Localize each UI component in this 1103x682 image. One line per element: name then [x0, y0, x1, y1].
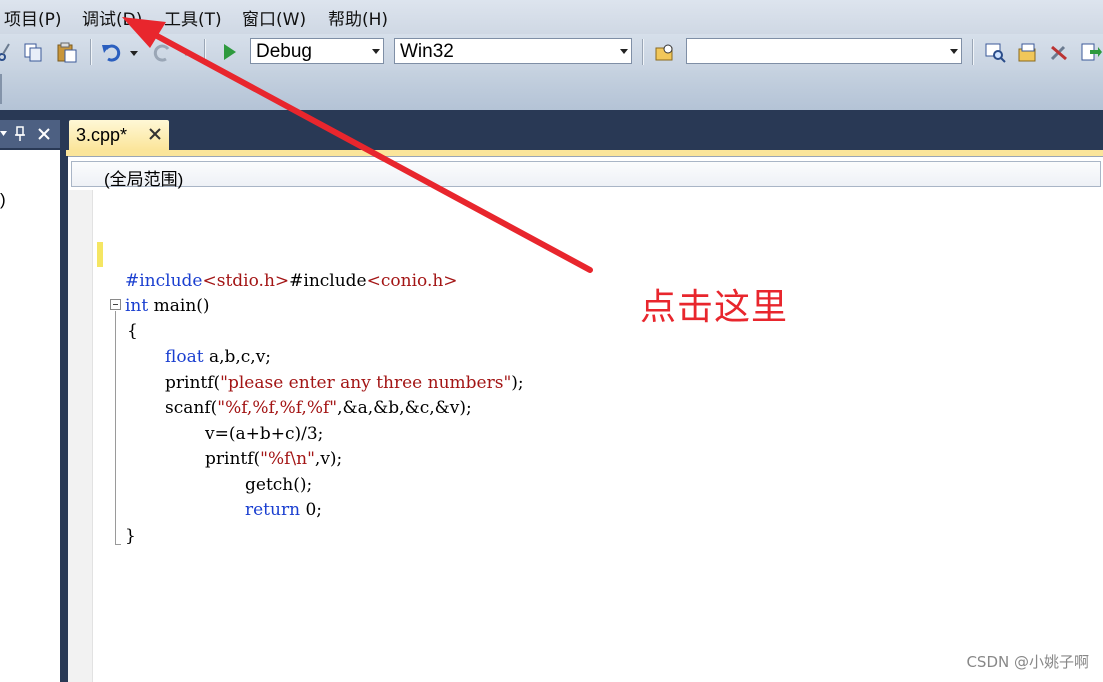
cut-icon[interactable] — [0, 41, 16, 63]
tab-3-cpp[interactable]: 3.cpp* — [69, 120, 169, 150]
left-docked-panel: ) — [0, 110, 60, 682]
output-icon[interactable] — [1080, 41, 1102, 63]
menu-tools[interactable]: 工具(T) — [164, 5, 222, 30]
editor-gutter — [68, 190, 93, 682]
toolbox-icon[interactable] — [1048, 41, 1070, 63]
watermark: CSDN @小姚子啊 — [966, 653, 1089, 671]
solution-platform-combo[interactable]: Win32 — [394, 38, 632, 64]
code-line-11: } — [125, 526, 136, 546]
document-well: 3.cpp* (全局范围) #include<stdio.h>#include<… — [66, 110, 1103, 682]
find-icon[interactable] — [984, 41, 1006, 63]
toolbar-separator — [642, 39, 643, 65]
code-line-2: int main() — [125, 296, 210, 316]
close-icon[interactable] — [147, 126, 163, 142]
menu-window[interactable]: 窗口(W) — [242, 5, 306, 30]
menu-bar: 项目(P) 调试(D) 工具(T) 窗口(W) 帮助(H) — [0, 0, 1103, 34]
pin-icon[interactable] — [13, 126, 27, 142]
secondary-toolbar — [0, 70, 1103, 110]
toolbar-grip — [0, 74, 2, 104]
code-line-8: printf("%f\n",v); — [205, 449, 343, 469]
close-icon[interactable] — [36, 126, 52, 142]
outline-end — [115, 544, 121, 545]
undo-dropdown-icon[interactable] — [128, 41, 140, 63]
panel-menu-arrow-icon[interactable] — [0, 128, 8, 140]
copy-icon[interactable] — [22, 41, 44, 63]
find-combo[interactable] — [686, 38, 962, 64]
code-line-6: scanf("%f,%f,%f,%f",&a,&b,&c,&v); — [165, 398, 472, 418]
code-line-5: printf("please enter any three numbers")… — [165, 373, 524, 393]
code-line-10: return 0; — [245, 500, 322, 520]
paste-icon[interactable] — [56, 41, 78, 63]
collapse-icon[interactable] — [110, 299, 121, 310]
menu-help[interactable]: 帮助(H) — [328, 5, 388, 30]
solution-explorer-icon[interactable] — [1016, 41, 1038, 63]
changed-line-marker — [97, 242, 103, 267]
find-in-files-icon[interactable] — [654, 41, 676, 63]
scope-dropdown[interactable]: (全局范围) — [71, 161, 1101, 189]
code-line-3: { — [127, 321, 138, 341]
panel-tree-fragment: ) — [0, 190, 6, 209]
code-line-1: #include<stdio.h>#include<conio.h> — [125, 271, 458, 291]
chevron-down-icon — [372, 49, 380, 54]
undo-icon[interactable] — [100, 41, 122, 63]
code-line-7: v=(a+b+c)/3; — [205, 424, 324, 444]
code-line-4: float a,b,c,v; — [165, 347, 272, 367]
chevron-down-icon — [950, 49, 958, 54]
scope-label: (全局范围) — [104, 170, 184, 189]
annotation-label: 点击这里 — [640, 287, 789, 328]
navigation-bar: (全局范围) — [68, 156, 1103, 191]
solution-platform-value: Win32 — [400, 41, 454, 62]
menu-project[interactable]: 项目(P) — [4, 5, 62, 30]
panel-header — [0, 120, 60, 148]
menu-debug[interactable]: 调试(D) — [82, 5, 142, 30]
start-debug-icon[interactable] — [218, 41, 240, 63]
panel-body: ) — [0, 150, 60, 682]
redo-icon[interactable] — [152, 41, 174, 63]
redo-dropdown-icon[interactable] — [180, 41, 192, 63]
tab-label: 3.cpp* — [76, 125, 128, 145]
code-line-9: getch(); — [245, 475, 313, 495]
toolbar-separator — [90, 39, 91, 65]
chevron-down-icon — [620, 49, 628, 54]
solution-config-value: Debug — [256, 41, 312, 62]
outline-line — [115, 311, 116, 544]
toolbar-separator — [972, 39, 973, 65]
code-editor[interactable]: #include<stdio.h>#include<conio.h> int m… — [68, 190, 1103, 682]
toolbar-separator — [204, 39, 205, 65]
solution-config-combo[interactable]: Debug — [250, 38, 384, 64]
standard-toolbar: Debug Win32 — [0, 34, 1103, 70]
